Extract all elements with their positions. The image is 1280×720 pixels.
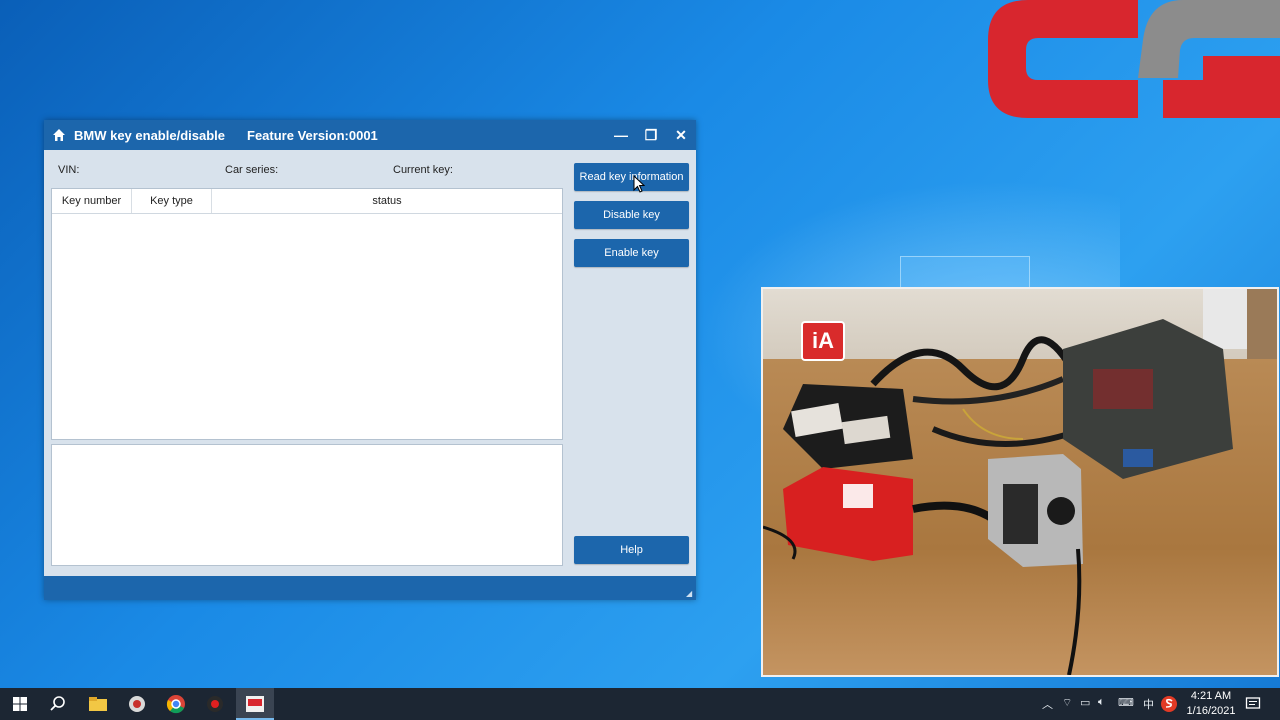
file-explorer-icon[interactable] — [86, 692, 110, 716]
windows-start-icon[interactable] — [8, 692, 32, 716]
app-tool-icon[interactable] — [125, 692, 149, 716]
help-button[interactable]: Help — [574, 536, 689, 564]
battery-icon[interactable]: ▭ — [1080, 696, 1090, 709]
read-key-information-button[interactable]: Read key information — [574, 163, 689, 191]
bmw-key-window: BMW key enable/disable Feature Version:0… — [44, 120, 696, 600]
clock-date[interactable]: 1/16/2021 — [1186, 705, 1236, 717]
ia-logo-badge: iA — [801, 321, 845, 361]
window-title: BMW key enable/disable — [74, 128, 225, 143]
close-button[interactable]: ✕ — [672, 126, 690, 144]
maximize-button[interactable]: ❐ — [642, 126, 660, 144]
home-icon[interactable] — [52, 128, 66, 142]
desktop-wallpaper-window-shape — [900, 256, 1030, 287]
record-app-icon[interactable] — [203, 692, 227, 716]
input-method-icon[interactable] — [1160, 695, 1178, 713]
column-key-number[interactable]: Key number — [52, 189, 132, 213]
chrome-icon[interactable] — [164, 692, 188, 716]
enable-key-button[interactable]: Enable key — [574, 239, 689, 267]
volume-icon[interactable]: 🔈︎ — [1098, 696, 1105, 709]
column-key-type[interactable]: Key type — [132, 189, 212, 213]
clock-time[interactable]: 4:21 AM — [1188, 690, 1234, 702]
taskbar: ︿ ⌔ ▭ 🔈︎ ⌨ 中 4:21 AM 1/16/2021 — [0, 688, 1280, 720]
webcam-video-overlay: iA — [761, 287, 1279, 677]
ime-indicator[interactable]: 中 — [1143, 696, 1154, 712]
minimize-button[interactable]: — — [612, 126, 630, 144]
current-key-label: Current key: — [393, 164, 453, 176]
search-icon[interactable] — [46, 692, 70, 716]
tray-chevron-icon[interactable]: ︿ — [1042, 696, 1053, 712]
car-series-label: Car series: — [225, 164, 279, 176]
vin-label: VIN: — [58, 164, 80, 176]
network-icon[interactable]: ⌔ — [1062, 696, 1072, 710]
window-statusbar: ◢ — [44, 576, 696, 600]
notification-icon[interactable] — [1245, 696, 1261, 712]
log-output-box[interactable] — [51, 444, 563, 566]
keyboard-icon[interactable]: ⌨ — [1118, 696, 1134, 709]
cg-app-icon[interactable] — [243, 692, 267, 716]
key-table-header: Key number Key type status — [52, 189, 562, 214]
column-status[interactable]: status — [212, 189, 562, 213]
window-titlebar[interactable]: BMW key enable/disable Feature Version:0… — [44, 120, 696, 150]
cg-logo — [988, 0, 1280, 118]
disable-key-button[interactable]: Disable key — [574, 201, 689, 229]
feature-version: Feature Version:0001 — [247, 128, 378, 143]
mouse-cursor-icon — [633, 175, 645, 193]
resize-grip-icon[interactable]: ◢ — [686, 590, 694, 598]
key-table[interactable]: Key number Key type status — [51, 188, 563, 440]
